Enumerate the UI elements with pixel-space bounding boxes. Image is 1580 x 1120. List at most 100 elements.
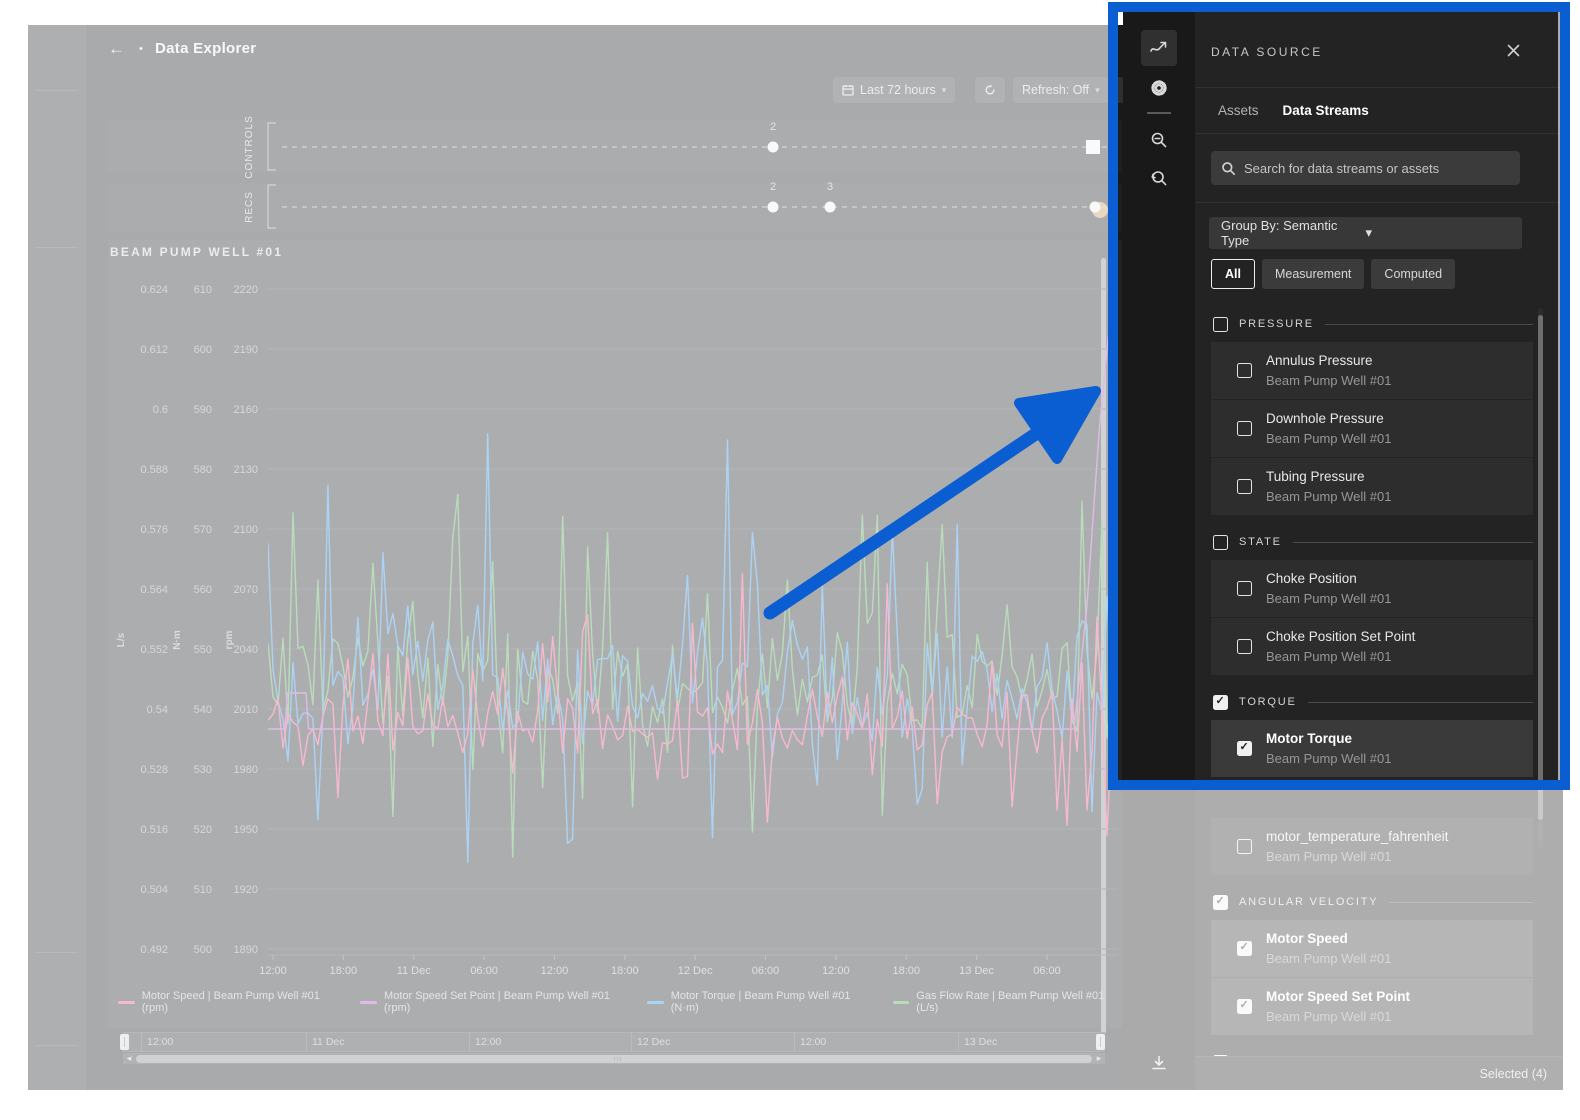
svg-text:3: 3 <box>827 181 833 193</box>
stream-asset: Beam Pump Well #01 <box>1266 429 1392 448</box>
filter-chip-all[interactable]: All <box>1211 259 1255 289</box>
stream-item[interactable]: Annulus PressureBeam Pump Well #01 <box>1211 342 1533 400</box>
checkbox[interactable] <box>1237 421 1252 436</box>
stream-asset: Beam Pump Well #01 <box>1266 949 1392 968</box>
svg-text:0.588: 0.588 <box>140 464 168 476</box>
checkbox[interactable] <box>1213 695 1228 710</box>
stream-item[interactable]: Choke PositionBeam Pump Well #01 <box>1211 560 1533 618</box>
close-icon <box>1507 44 1520 57</box>
group-divider <box>1389 902 1533 903</box>
search-icon <box>1221 161 1236 176</box>
zoom-history-icon <box>1150 169 1168 187</box>
stream-item[interactable]: Motor SpeedBeam Pump Well #01 <box>1211 920 1533 978</box>
filter-chip-measurement[interactable]: Measurement <box>1262 259 1364 289</box>
svg-text:13 Dec: 13 Dec <box>959 965 994 977</box>
svg-text:06:00: 06:00 <box>470 965 498 977</box>
panel-tool-settings[interactable] <box>1141 70 1177 106</box>
checkbox[interactable] <box>1237 479 1252 494</box>
stream-item[interactable]: motor_temperature_fahrenheitBeam Pump We… <box>1211 818 1533 876</box>
checkbox[interactable] <box>1237 363 1252 378</box>
group-divider <box>1325 324 1533 325</box>
stream-item[interactable]: Tubing PressureBeam Pump Well #01 <box>1211 458 1533 516</box>
svg-text:2040: 2040 <box>234 644 258 656</box>
stream-asset: Beam Pump Well #01 <box>1266 1007 1410 1026</box>
filter-chip-computed[interactable]: Computed <box>1371 259 1455 289</box>
group-name: TORQUE <box>1239 696 1297 708</box>
stream-asset: Beam Pump Well #01 <box>1266 749 1392 768</box>
type-filter-chips: AllMeasurementComputed <box>1211 259 1455 289</box>
svg-text:2130: 2130 <box>234 464 258 476</box>
chevron-down-icon: ▾ <box>1366 225 1511 241</box>
stream-asset: Beam Pump Well #01 <box>1266 589 1392 608</box>
svg-text:06:00: 06:00 <box>1033 965 1061 977</box>
panel-footer: Selected (4) <box>1195 1056 1563 1090</box>
svg-text:530: 530 <box>194 764 212 776</box>
svg-text:600: 600 <box>194 344 212 356</box>
svg-text:0.576: 0.576 <box>140 524 168 536</box>
checkbox[interactable] <box>1237 741 1252 756</box>
svg-text:1950: 1950 <box>234 824 258 836</box>
svg-text:11 Dec: 11 Dec <box>397 965 432 977</box>
group-divider <box>1308 702 1533 703</box>
stream-item[interactable]: Downhole PressureBeam Pump Well #01 <box>1211 400 1533 458</box>
group-name: STATE <box>1239 536 1282 548</box>
stream-title: Choke Position Set Point <box>1266 627 1415 647</box>
group-by-label: Group By: Semantic Type <box>1221 218 1366 248</box>
svg-text:N·m: N·m <box>172 630 183 650</box>
svg-text:2220: 2220 <box>234 284 258 296</box>
svg-text:0.492: 0.492 <box>140 944 168 956</box>
checkbox[interactable] <box>1237 999 1252 1014</box>
svg-text:610: 610 <box>194 284 212 296</box>
svg-text:0.516: 0.516 <box>140 824 168 836</box>
svg-text:RECS: RECS <box>244 191 255 223</box>
panel-download-button[interactable] <box>1141 1045 1177 1081</box>
tab-assets[interactable]: Assets <box>1218 103 1259 118</box>
svg-text:CONTROLS: CONTROLS <box>244 115 255 179</box>
svg-text:0.54: 0.54 <box>147 704 168 716</box>
svg-text:2: 2 <box>770 181 776 193</box>
stream-title: Downhole Pressure <box>1266 409 1392 429</box>
group-header: ANGULAR VELOCITY <box>1213 892 1533 912</box>
panel-header: DATA SOURCE <box>1195 12 1563 88</box>
svg-text:2100: 2100 <box>234 524 258 536</box>
trend-icon <box>1149 38 1169 58</box>
stream-asset: Beam Pump Well #01 <box>1266 647 1415 666</box>
svg-text:1890: 1890 <box>234 944 258 956</box>
svg-text:12 Dec: 12 Dec <box>678 965 713 977</box>
group-header: TORQUE <box>1213 692 1533 712</box>
svg-text:18:00: 18:00 <box>330 965 358 977</box>
checkbox[interactable] <box>1237 839 1252 854</box>
search-input[interactable] <box>1244 161 1510 176</box>
zoom-out-icon <box>1150 131 1168 149</box>
screenshot-stage: K <box>0 0 1580 1120</box>
svg-text:0.504: 0.504 <box>140 884 168 896</box>
stream-asset: Beam Pump Well #01 <box>1266 847 1448 866</box>
group-name: ANGULAR VELOCITY <box>1239 896 1378 908</box>
svg-text:2190: 2190 <box>234 344 258 356</box>
svg-text:06:00: 06:00 <box>752 965 780 977</box>
checkbox[interactable] <box>1213 317 1228 332</box>
panel-tool-trend[interactable] <box>1141 30 1177 66</box>
search-box[interactable] <box>1211 151 1520 185</box>
stream-title: Annulus Pressure <box>1266 351 1392 371</box>
panel-tool-zoom-out[interactable] <box>1141 122 1177 158</box>
checkbox[interactable] <box>1213 895 1228 910</box>
tab-data-streams[interactable]: Data Streams <box>1283 103 1369 118</box>
panel-tool-zoom-reset[interactable] <box>1141 160 1177 196</box>
checkbox[interactable] <box>1237 581 1252 596</box>
checkbox[interactable] <box>1237 941 1252 956</box>
svg-text:12:00: 12:00 <box>541 965 569 977</box>
checkbox[interactable] <box>1213 535 1228 550</box>
group-by-select[interactable]: Group By: Semantic Type ▾ <box>1209 217 1522 249</box>
stream-item[interactable]: Choke Position Set PointBeam Pump Well #… <box>1211 618 1533 676</box>
stream-item[interactable]: Motor Speed Set PointBeam Pump Well #01 <box>1211 978 1533 1036</box>
svg-text:1980: 1980 <box>234 764 258 776</box>
close-button[interactable] <box>1503 40 1523 60</box>
group-header: PRESSURE <box>1213 314 1533 334</box>
svg-text:0.552: 0.552 <box>140 644 168 656</box>
checkbox[interactable] <box>1237 639 1252 654</box>
group-divider <box>1293 542 1533 543</box>
stream-item[interactable]: Motor TorqueBeam Pump Well #01 <box>1211 720 1533 778</box>
list-scrollbar-thumb[interactable] <box>1538 315 1543 820</box>
svg-text:550: 550 <box>194 644 212 656</box>
